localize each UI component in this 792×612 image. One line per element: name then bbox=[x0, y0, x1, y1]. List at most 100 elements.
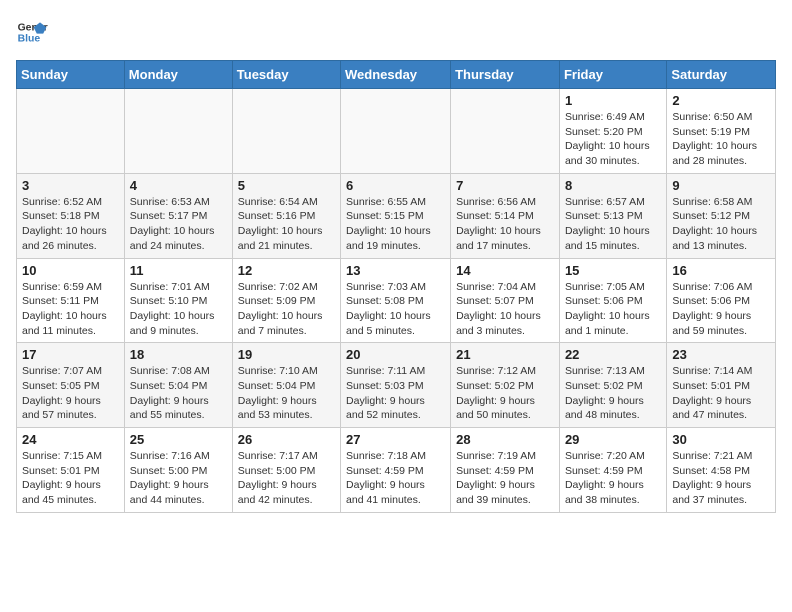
day-detail: Sunrise: 7:07 AM Sunset: 5:05 PM Dayligh… bbox=[22, 364, 119, 423]
calendar-cell: 16 Sunrise: 7:06 AM Sunset: 5:06 PM Dayli… bbox=[667, 258, 776, 343]
calendar-cell: 1Sunrise: 6:49 AM Sunset: 5:20 PM Daylig… bbox=[559, 89, 666, 174]
day-number: 18 bbox=[130, 347, 227, 362]
calendar-cell: 15 Sunrise: 7:05 AM Sunset: 5:06 PM Dayli… bbox=[559, 258, 666, 343]
day-detail: Sunrise: 6:58 AM Sunset: 5:12 PM Dayligh… bbox=[672, 195, 770, 254]
calendar-table: SundayMondayTuesdayWednesdayThursdayFrid… bbox=[16, 60, 776, 513]
day-number: 25 bbox=[130, 432, 227, 447]
day-number: 8 bbox=[565, 178, 661, 193]
day-detail: Sunrise: 6:49 AM Sunset: 5:20 PM Dayligh… bbox=[565, 110, 661, 169]
calendar-cell: 19 Sunrise: 7:10 AM Sunset: 5:04 PM Dayli… bbox=[232, 343, 340, 428]
calendar-cell: 4 Sunrise: 6:53 AM Sunset: 5:17 PM Daylig… bbox=[124, 173, 232, 258]
day-detail: Sunrise: 7:02 AM Sunset: 5:09 PM Dayligh… bbox=[238, 280, 335, 339]
day-number: 14 bbox=[456, 263, 554, 278]
logo: General Blue bbox=[16, 16, 52, 48]
day-detail: Sunrise: 7:10 AM Sunset: 5:04 PM Dayligh… bbox=[238, 364, 335, 423]
day-number: 26 bbox=[238, 432, 335, 447]
day-number: 17 bbox=[22, 347, 119, 362]
day-detail: Sunrise: 7:06 AM Sunset: 5:06 PM Dayligh… bbox=[672, 280, 770, 339]
day-number: 30 bbox=[672, 432, 770, 447]
calendar-cell: 7Sunrise: 6:56 AM Sunset: 5:14 PM Daylig… bbox=[451, 173, 560, 258]
day-number: 16 bbox=[672, 263, 770, 278]
day-number: 19 bbox=[238, 347, 335, 362]
day-detail: Sunrise: 7:08 AM Sunset: 5:04 PM Dayligh… bbox=[130, 364, 227, 423]
day-number: 4 bbox=[130, 178, 227, 193]
day-detail: Sunrise: 7:15 AM Sunset: 5:01 PM Dayligh… bbox=[22, 449, 119, 508]
calendar-cell bbox=[451, 89, 560, 174]
calendar-cell: 26 Sunrise: 7:17 AM Sunset: 5:00 PM Dayli… bbox=[232, 428, 340, 513]
day-detail: Sunrise: 7:11 AM Sunset: 5:03 PM Dayligh… bbox=[346, 364, 445, 423]
calendar-cell: 23 Sunrise: 7:14 AM Sunset: 5:01 PM Dayli… bbox=[667, 343, 776, 428]
day-detail: Sunrise: 7:14 AM Sunset: 5:01 PM Dayligh… bbox=[672, 364, 770, 423]
calendar-cell: 29 Sunrise: 7:20 AM Sunset: 4:59 PM Dayli… bbox=[559, 428, 666, 513]
day-detail: Sunrise: 6:54 AM Sunset: 5:16 PM Dayligh… bbox=[238, 195, 335, 254]
day-detail: Sunrise: 7:16 AM Sunset: 5:00 PM Dayligh… bbox=[130, 449, 227, 508]
day-detail: Sunrise: 7:05 AM Sunset: 5:06 PM Dayligh… bbox=[565, 280, 661, 339]
calendar-cell: 17 Sunrise: 7:07 AM Sunset: 5:05 PM Dayli… bbox=[17, 343, 125, 428]
day-detail: Sunrise: 7:12 AM Sunset: 5:02 PM Dayligh… bbox=[456, 364, 554, 423]
day-number: 2 bbox=[672, 93, 770, 108]
day-detail: Sunrise: 7:18 AM Sunset: 4:59 PM Dayligh… bbox=[346, 449, 445, 508]
calendar-week-row: 3Sunrise: 6:52 AM Sunset: 5:18 PM Daylig… bbox=[17, 173, 776, 258]
calendar-cell: 20 Sunrise: 7:11 AM Sunset: 5:03 PM Dayli… bbox=[341, 343, 451, 428]
calendar-cell: 8Sunrise: 6:57 AM Sunset: 5:13 PM Daylig… bbox=[559, 173, 666, 258]
weekday-header-sunday: Sunday bbox=[17, 61, 125, 89]
day-detail: Sunrise: 7:17 AM Sunset: 5:00 PM Dayligh… bbox=[238, 449, 335, 508]
day-detail: Sunrise: 6:50 AM Sunset: 5:19 PM Dayligh… bbox=[672, 110, 770, 169]
calendar-cell: 3Sunrise: 6:52 AM Sunset: 5:18 PM Daylig… bbox=[17, 173, 125, 258]
day-detail: Sunrise: 6:59 AM Sunset: 5:11 PM Dayligh… bbox=[22, 280, 119, 339]
day-number: 23 bbox=[672, 347, 770, 362]
calendar-cell: 13 Sunrise: 7:03 AM Sunset: 5:08 PM Dayli… bbox=[341, 258, 451, 343]
day-number: 27 bbox=[346, 432, 445, 447]
calendar-cell: 11 Sunrise: 7:01 AM Sunset: 5:10 PM Dayli… bbox=[124, 258, 232, 343]
calendar-cell: 12 Sunrise: 7:02 AM Sunset: 5:09 PM Dayli… bbox=[232, 258, 340, 343]
calendar-cell: 14Sunrise: 7:04 AM Sunset: 5:07 PM Dayli… bbox=[451, 258, 560, 343]
day-number: 13 bbox=[346, 263, 445, 278]
svg-text:Blue: Blue bbox=[18, 34, 41, 45]
day-number: 5 bbox=[238, 178, 335, 193]
calendar-cell: 6 Sunrise: 6:55 AM Sunset: 5:15 PM Daylig… bbox=[341, 173, 451, 258]
calendar-week-row: 10 Sunrise: 6:59 AM Sunset: 5:11 PM Dayli… bbox=[17, 258, 776, 343]
calendar-cell: 10 Sunrise: 6:59 AM Sunset: 5:11 PM Dayli… bbox=[17, 258, 125, 343]
calendar-cell: 25 Sunrise: 7:16 AM Sunset: 5:00 PM Dayli… bbox=[124, 428, 232, 513]
weekday-header-wednesday: Wednesday bbox=[341, 61, 451, 89]
day-detail: Sunrise: 6:52 AM Sunset: 5:18 PM Dayligh… bbox=[22, 195, 119, 254]
calendar-cell: 22Sunrise: 7:13 AM Sunset: 5:02 PM Dayli… bbox=[559, 343, 666, 428]
day-detail: Sunrise: 6:53 AM Sunset: 5:17 PM Dayligh… bbox=[130, 195, 227, 254]
calendar-week-row: 1Sunrise: 6:49 AM Sunset: 5:20 PM Daylig… bbox=[17, 89, 776, 174]
header: General Blue bbox=[16, 16, 776, 48]
day-number: 7 bbox=[456, 178, 554, 193]
calendar-week-row: 17 Sunrise: 7:07 AM Sunset: 5:05 PM Dayli… bbox=[17, 343, 776, 428]
day-detail: Sunrise: 7:19 AM Sunset: 4:59 PM Dayligh… bbox=[456, 449, 554, 508]
weekday-header-thursday: Thursday bbox=[451, 61, 560, 89]
calendar-cell: 24 Sunrise: 7:15 AM Sunset: 5:01 PM Dayli… bbox=[17, 428, 125, 513]
day-number: 15 bbox=[565, 263, 661, 278]
day-detail: Sunrise: 7:20 AM Sunset: 4:59 PM Dayligh… bbox=[565, 449, 661, 508]
calendar-cell: 27 Sunrise: 7:18 AM Sunset: 4:59 PM Dayli… bbox=[341, 428, 451, 513]
weekday-header-row: SundayMondayTuesdayWednesdayThursdayFrid… bbox=[17, 61, 776, 89]
logo-icon: General Blue bbox=[16, 16, 48, 48]
day-detail: Sunrise: 7:21 AM Sunset: 4:58 PM Dayligh… bbox=[672, 449, 770, 508]
weekday-header-saturday: Saturday bbox=[667, 61, 776, 89]
day-number: 11 bbox=[130, 263, 227, 278]
day-detail: Sunrise: 6:55 AM Sunset: 5:15 PM Dayligh… bbox=[346, 195, 445, 254]
day-number: 12 bbox=[238, 263, 335, 278]
day-detail: Sunrise: 7:13 AM Sunset: 5:02 PM Dayligh… bbox=[565, 364, 661, 423]
day-number: 21 bbox=[456, 347, 554, 362]
calendar-cell: 21 Sunrise: 7:12 AM Sunset: 5:02 PM Dayli… bbox=[451, 343, 560, 428]
day-number: 20 bbox=[346, 347, 445, 362]
weekday-header-monday: Monday bbox=[124, 61, 232, 89]
day-number: 29 bbox=[565, 432, 661, 447]
day-number: 6 bbox=[346, 178, 445, 193]
calendar-cell bbox=[17, 89, 125, 174]
calendar-cell: 28 Sunrise: 7:19 AM Sunset: 4:59 PM Dayli… bbox=[451, 428, 560, 513]
calendar-cell bbox=[341, 89, 451, 174]
day-detail: Sunrise: 7:03 AM Sunset: 5:08 PM Dayligh… bbox=[346, 280, 445, 339]
calendar-cell bbox=[232, 89, 340, 174]
calendar-cell: 5 Sunrise: 6:54 AM Sunset: 5:16 PM Daylig… bbox=[232, 173, 340, 258]
calendar-week-row: 24 Sunrise: 7:15 AM Sunset: 5:01 PM Dayli… bbox=[17, 428, 776, 513]
day-number: 10 bbox=[22, 263, 119, 278]
day-number: 24 bbox=[22, 432, 119, 447]
weekday-header-tuesday: Tuesday bbox=[232, 61, 340, 89]
day-detail: Sunrise: 7:01 AM Sunset: 5:10 PM Dayligh… bbox=[130, 280, 227, 339]
day-number: 28 bbox=[456, 432, 554, 447]
